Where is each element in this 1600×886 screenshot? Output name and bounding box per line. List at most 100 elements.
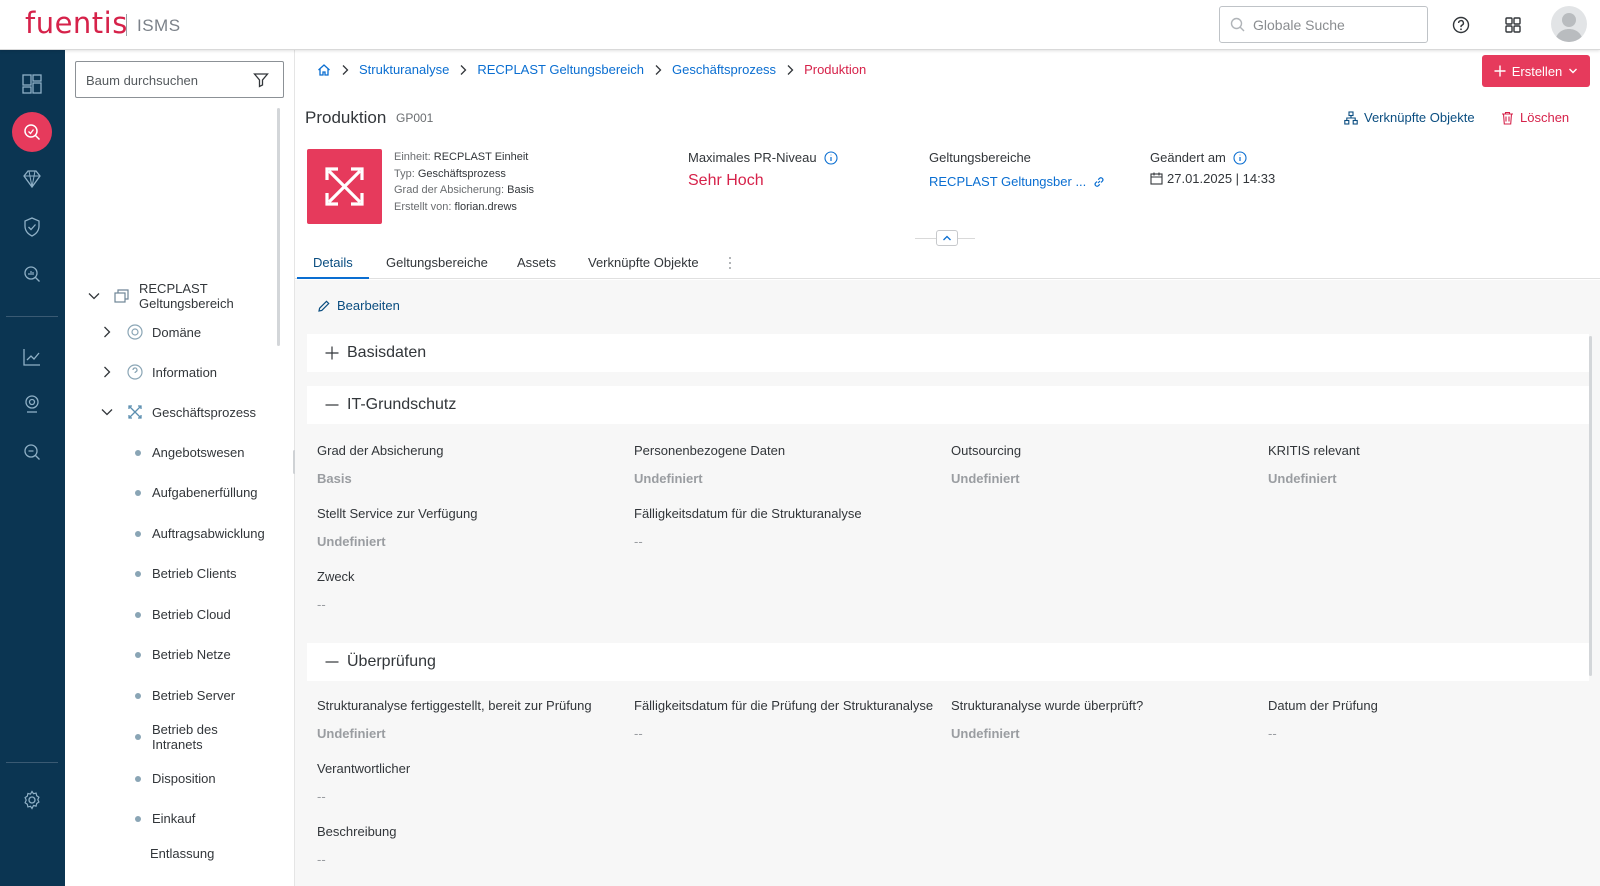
scope-label: Geltungsbereiche: [929, 150, 1031, 165]
section-ueberpruefung[interactable]: Überprüfung: [307, 643, 1589, 681]
field-value: Undefiniert: [634, 471, 703, 486]
dashboard-icon[interactable]: [20, 72, 44, 96]
meta-creator-label: Erstellt von:: [394, 200, 452, 213]
user-icon: [1555, 13, 1583, 42]
section-title: Basisdaten: [347, 344, 427, 361]
tree-item[interactable]: Betrieb des Intranets: [135, 722, 218, 752]
tree-item-label: Betrieb Cloud: [152, 607, 231, 622]
tree-group-domaene[interactable]: Domäne: [100, 323, 201, 341]
search-analysis-icon[interactable]: [20, 262, 44, 286]
report-search-icon[interactable]: [20, 440, 44, 464]
edit-button[interactable]: Bearbeiten: [317, 298, 400, 313]
content-scrollbar[interactable]: [1589, 336, 1592, 676]
shield-icon[interactable]: [20, 215, 44, 239]
global-search[interactable]: [1219, 6, 1428, 43]
section-it-grundschutz[interactable]: IT-Grundschutz: [307, 386, 1589, 424]
calendar-icon: [1150, 172, 1163, 185]
edit-label: Bearbeiten: [337, 298, 400, 313]
chevron-down-icon[interactable]: [87, 289, 101, 303]
tree-item-label: Disposition: [152, 771, 216, 786]
tree-scrollbar[interactable]: [277, 108, 280, 346]
info-icon[interactable]: [824, 150, 838, 165]
field-value: --: [317, 597, 326, 612]
tree-item[interactable]: Entlassung: [150, 846, 214, 861]
user-avatar[interactable]: [1551, 6, 1587, 42]
rail-divider: [6, 316, 58, 317]
tab-geltungsbereiche[interactable]: Geltungsbereiche: [386, 255, 488, 270]
audit-icon[interactable]: [20, 392, 44, 416]
chevron-right-icon[interactable]: [100, 365, 114, 379]
hierarchy-icon: [1344, 110, 1358, 125]
details-content: Bearbeiten Basisdaten IT-Grundschutz Gra…: [295, 280, 1600, 886]
object-title: Produktion: [305, 108, 387, 127]
tab-verknuepfte-objekte[interactable]: Verknüpfte Objekte: [588, 255, 699, 270]
chevron-right-icon[interactable]: [100, 325, 114, 339]
linked-objects-link[interactable]: Verknüpfte Objekte: [1344, 110, 1475, 125]
chart-icon[interactable]: [20, 345, 44, 369]
tree-item[interactable]: Betrieb Netze: [135, 647, 231, 662]
object-code: GP001: [396, 111, 434, 125]
create-button[interactable]: Erstellen: [1482, 55, 1590, 87]
collapse-header-button[interactable]: [936, 230, 958, 246]
tree-item-label: Angebotswesen: [152, 445, 245, 460]
process-icon: [325, 167, 364, 206]
tab-assets[interactable]: Assets: [517, 255, 556, 270]
collapse-minus-icon: [325, 404, 339, 406]
tree-group-information[interactable]: Information: [100, 363, 217, 381]
tree-item[interactable]: Auftragsabwicklung: [135, 526, 265, 541]
global-search-input[interactable]: [1253, 15, 1423, 35]
scope-link[interactable]: RECPLAST Geltungsber ...: [929, 174, 1106, 189]
tree-group-geschaeftsprozess[interactable]: Geschäftsprozess: [100, 403, 256, 421]
tree-item[interactable]: Einkauf: [135, 811, 195, 826]
help-icon[interactable]: [1449, 13, 1473, 37]
bullet-icon: [135, 815, 141, 822]
field-value: --: [1268, 726, 1277, 741]
home-icon[interactable]: [317, 63, 331, 77]
tree-item-label: Aufgabenerfüllung: [152, 485, 258, 500]
meta-type-value: Geschäftsprozess: [417, 167, 506, 180]
breadcrumb-geltungsbereich[interactable]: RECPLAST Geltungsbereich: [477, 62, 644, 77]
info-icon[interactable]: [1233, 150, 1247, 165]
breadcrumb-geschaeftsprozess[interactable]: Geschäftsprozess: [672, 62, 776, 77]
more-vertical-icon[interactable]: [728, 255, 732, 271]
chevron-down-icon[interactable]: [100, 405, 114, 419]
tab-details[interactable]: Details: [313, 255, 353, 270]
structure-analysis-icon[interactable]: [20, 120, 44, 144]
breadcrumb-strukturanalyse[interactable]: Strukturanalyse: [359, 62, 449, 77]
changed-label-text: Geändert am: [1150, 150, 1226, 165]
field-label: Beschreibung: [317, 824, 397, 839]
field-label: Outsourcing: [951, 443, 1022, 458]
tree-item[interactable]: Betrieb Server: [135, 688, 235, 703]
field-label: Personenbezogene Daten: [634, 443, 786, 458]
object-type-tile: [307, 149, 382, 224]
tree-search[interactable]: [75, 61, 284, 98]
diamond-icon[interactable]: [20, 167, 44, 191]
filter-icon[interactable]: [252, 71, 270, 89]
section-basisdaten[interactable]: Basisdaten: [307, 334, 1589, 372]
tree-root-label: RECPLAST: [139, 281, 208, 296]
field-label: Grad der Absicherung: [317, 443, 444, 458]
tree-item-label: Betrieb Clients: [152, 566, 237, 581]
tree-item[interactable]: Aufgabenerfüllung: [135, 485, 258, 500]
fuentis-logo[interactable]: fuentis: [25, 6, 128, 40]
delete-button[interactable]: Löschen: [1501, 110, 1569, 125]
gear-icon[interactable]: [20, 788, 44, 812]
tree-root-label-2: Geltungsbereich: [139, 296, 234, 311]
tree-root-recplast[interactable]: RECPLAST Geltungsbereich: [87, 281, 234, 311]
tree-search-input[interactable]: [86, 71, 246, 89]
bullet-icon: [135, 692, 141, 699]
tree-item-label-2: Intranets: [152, 737, 203, 752]
tree-item-label: Entlassung: [150, 846, 215, 861]
bullet-icon: [135, 775, 141, 782]
tree-item[interactable]: Betrieb Cloud: [135, 607, 231, 622]
meta-unit-label: Einheit:: [394, 151, 431, 163]
pr-level-value: Sehr Hoch: [688, 172, 764, 189]
field-label: Fälligkeitsdatum für die Prüfung der Str…: [634, 698, 934, 713]
apps-grid-icon[interactable]: [1501, 13, 1525, 37]
field-value: Undefiniert: [317, 726, 386, 741]
tree-item[interactable]: Angebotswesen: [135, 445, 245, 460]
tree-item[interactable]: Betrieb Clients: [135, 566, 237, 581]
tree-item[interactable]: Disposition: [135, 771, 216, 786]
field-value: --: [634, 534, 643, 549]
pencil-icon: [318, 299, 330, 312]
